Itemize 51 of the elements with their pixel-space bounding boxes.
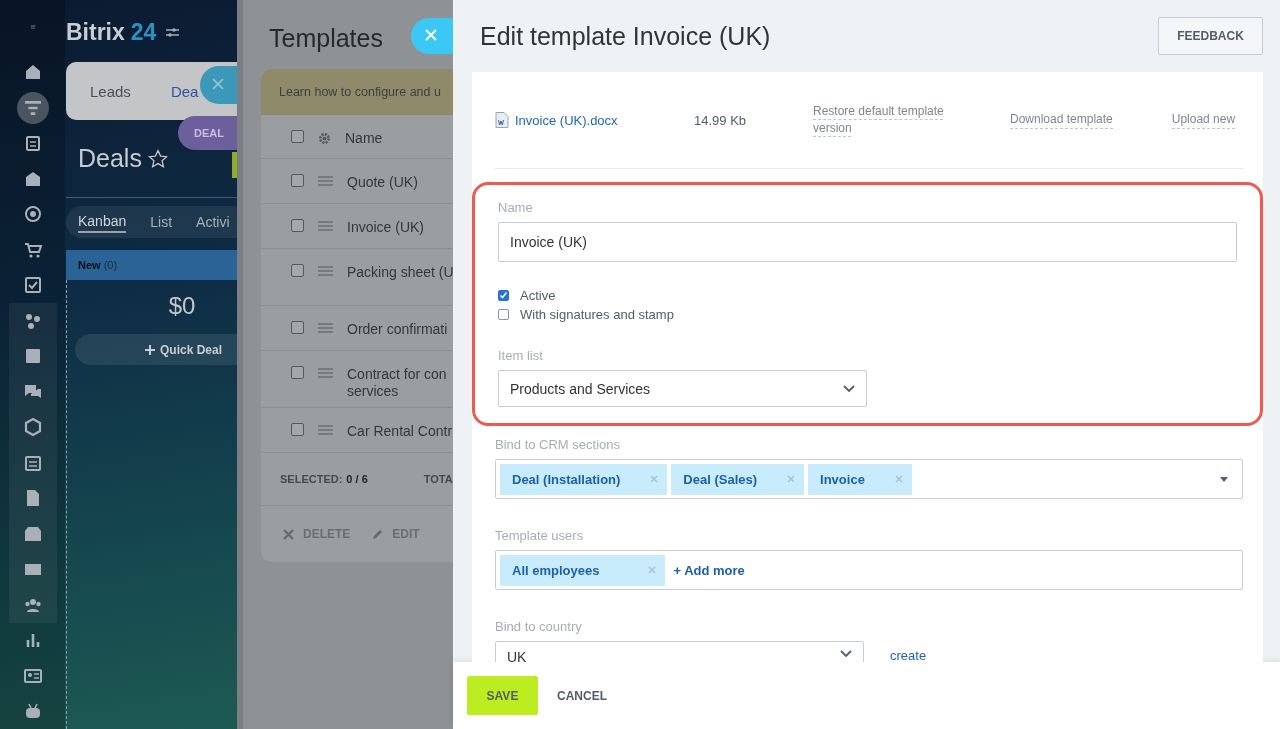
restore-link[interactable]: Restore default template version xyxy=(813,103,963,137)
table-cell: Quote (UK) xyxy=(347,174,418,191)
panel-title: Edit template Invoice (UK) xyxy=(480,21,771,51)
logo-number: 24 xyxy=(130,18,157,46)
name-field[interactable]: Invoice (UK) xyxy=(498,222,1237,262)
section-tab[interactable]: Leads xyxy=(90,82,131,100)
column-header[interactable]: Name xyxy=(345,130,383,147)
section-tab[interactable]: Dea xyxy=(170,82,199,100)
logo-name: Bitrix xyxy=(66,18,125,46)
template-users-field[interactable]: All employees + Add more xyxy=(495,550,1243,590)
page-title: Deals xyxy=(78,144,142,173)
tag[interactable]: Deal (Sales) xyxy=(671,463,805,495)
column-name: New xyxy=(78,259,101,271)
field-label: Bind to country xyxy=(495,619,583,634)
view-tab[interactable]: List xyxy=(150,212,173,232)
tag[interactable]: All employees xyxy=(500,554,666,586)
crm-sections-field[interactable]: Deal (Installation) Deal (Sales) Invoice xyxy=(495,459,1243,499)
field-label: Template users xyxy=(495,528,585,543)
cancel-button[interactable]: CANCEL xyxy=(551,687,613,704)
table-cell: Car Rental Contr xyxy=(347,423,453,440)
file-link[interactable]: Invoice (UK).docx xyxy=(515,112,618,128)
file-size: 14.99 Kb xyxy=(694,112,748,128)
checkbox-label[interactable]: Active xyxy=(520,288,556,303)
banner-text[interactable]: Learn how to configure and u xyxy=(279,85,441,99)
tag[interactable]: Deal (Installation) xyxy=(500,463,668,495)
create-link[interactable]: create xyxy=(890,649,927,662)
selected-count: 0 / 6 xyxy=(346,473,368,485)
save-button[interactable]: SAVE xyxy=(467,676,538,715)
field-label: Item list xyxy=(498,348,544,363)
table-cell: Packing sheet (U xyxy=(347,264,453,281)
download-link[interactable]: Download template xyxy=(1010,111,1113,129)
table-cell: Contract for con xyxy=(347,366,447,383)
column-count: (0) xyxy=(103,259,118,271)
field-label: Bind to CRM sections xyxy=(495,437,621,452)
table-cell-text: services xyxy=(347,383,400,400)
column-sum: $0 xyxy=(167,292,196,320)
field-label: Name xyxy=(498,200,534,215)
upload-link[interactable]: Upload new xyxy=(1171,111,1236,129)
table-cell: Order confirmati xyxy=(347,321,448,338)
table-cell: Invoice (UK) xyxy=(347,219,425,236)
panel-title: Templates xyxy=(269,24,383,53)
view-tab[interactable]: Kanban xyxy=(78,211,127,233)
quick-deal-button[interactable]: Quick Deal xyxy=(75,334,237,365)
total-label: TOTA xyxy=(423,473,453,485)
feedback-button[interactable]: FEEDBACK xyxy=(1158,17,1263,55)
selected-label: SELECTED: xyxy=(280,473,343,485)
tag[interactable]: Invoice xyxy=(808,463,912,495)
item-list-select[interactable]: Products and Services xyxy=(498,370,867,407)
view-tab[interactable]: Activi xyxy=(196,212,230,232)
checkbox-label[interactable]: With signatures and stamp xyxy=(520,307,674,322)
add-more-link[interactable]: + Add more xyxy=(673,562,745,578)
